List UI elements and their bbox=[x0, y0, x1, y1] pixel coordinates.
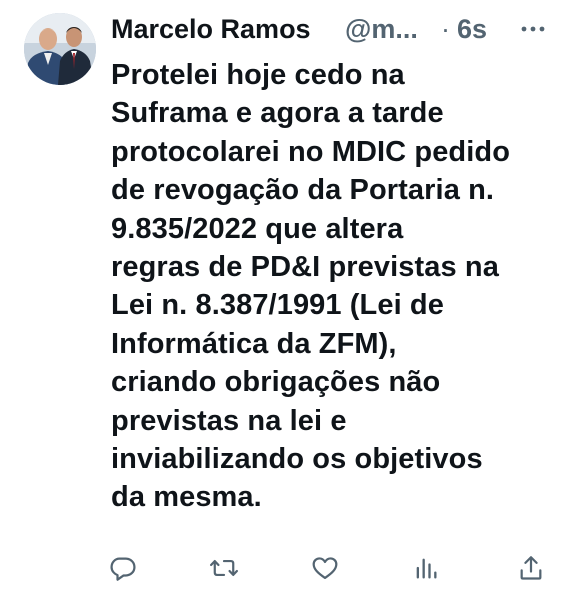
reply-icon[interactable] bbox=[107, 552, 139, 584]
tweet-header: Marcelo Ramos @m... · 6s bbox=[111, 11, 559, 47]
tweet-timestamp[interactable]: 6s bbox=[457, 11, 487, 47]
more-horizontal-icon[interactable] bbox=[519, 19, 547, 39]
tweet-text-line: Suframa e agora a tarde bbox=[111, 97, 444, 130]
tweet-text-line: previstas na lei e bbox=[111, 404, 347, 437]
tweet-text-line: criando obrigações não bbox=[111, 366, 441, 399]
avatar[interactable] bbox=[24, 13, 96, 85]
share-icon[interactable] bbox=[515, 552, 547, 584]
tweet-text-line: inviabilizando os objetivos bbox=[111, 443, 483, 476]
analytics-icon[interactable] bbox=[410, 552, 442, 584]
author-name[interactable]: Marcelo Ramos bbox=[111, 11, 311, 47]
tweet-text-line: regras de PD&I previstas na bbox=[111, 251, 499, 284]
tweet-text-line: da mesma. bbox=[111, 481, 262, 514]
tweet-text-line: protocolarei no MDIC pedido bbox=[111, 135, 511, 168]
heart-icon[interactable] bbox=[309, 552, 341, 584]
tweet-actions bbox=[0, 552, 571, 588]
tweet-text-line: Informática da ZFM), bbox=[111, 327, 397, 360]
tweet[interactable]: Marcelo Ramos @m... · 6s Protelei hoje c… bbox=[0, 0, 571, 600]
tweet-text: Protelei hoje cedo na Suframa e agora a … bbox=[111, 56, 561, 517]
retweet-icon[interactable] bbox=[208, 552, 240, 584]
avatar-photo bbox=[24, 13, 96, 85]
tweet-text-line: de revogação da Portaria n. bbox=[111, 174, 495, 207]
tweet-text-line: 9.835/2022 que altera bbox=[111, 212, 404, 245]
tweet-text-line: Protelei hoje cedo na bbox=[111, 59, 405, 91]
tweet-text-line: Lei n. 8.387/1991 (Lei de bbox=[111, 289, 444, 322]
author-handle[interactable]: @m... bbox=[345, 11, 418, 47]
separator-dot: · bbox=[441, 14, 450, 44]
